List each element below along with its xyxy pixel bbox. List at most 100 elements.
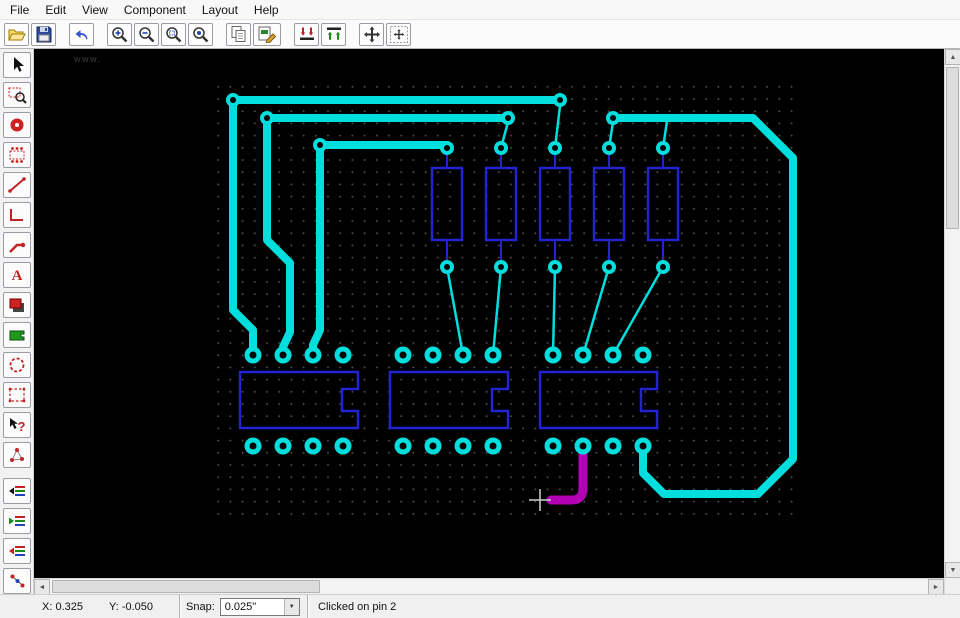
net-icon bbox=[7, 445, 27, 465]
layers-all-icon bbox=[7, 541, 27, 561]
scroll-down-button[interactable]: ▼ bbox=[945, 562, 960, 578]
pan-view-button[interactable] bbox=[386, 23, 411, 46]
menu-bar: File Edit View Component Layout Help bbox=[0, 0, 960, 20]
tool-line-button[interactable] bbox=[3, 172, 31, 198]
highlight-connections-icon bbox=[7, 571, 27, 591]
zoom-out-button[interactable] bbox=[134, 23, 159, 46]
group-select-icon bbox=[7, 385, 27, 405]
menu-help[interactable]: Help bbox=[246, 1, 287, 19]
watermark: www. bbox=[74, 54, 102, 64]
copy-button[interactable] bbox=[226, 23, 251, 46]
layers-back-button[interactable] bbox=[3, 508, 31, 534]
save-button[interactable] bbox=[31, 23, 56, 46]
snap-label: Snap: bbox=[186, 601, 215, 613]
snap-combobox[interactable]: 0.025" ▼ bbox=[220, 598, 300, 616]
circle-icon bbox=[7, 355, 27, 375]
copy-sheets-icon bbox=[229, 25, 249, 43]
tool-filled-plane-button[interactable] bbox=[3, 292, 31, 318]
edit-component-icon bbox=[256, 25, 278, 43]
toolbar-separator bbox=[348, 22, 357, 46]
canvas-column: www. ◄ ► bbox=[34, 49, 944, 594]
pan-view-icon bbox=[389, 25, 409, 44]
status-message: Clicked on pin 2 bbox=[318, 601, 396, 613]
identify-question-icon: ? bbox=[7, 415, 27, 435]
move-to-bottom-layer-button[interactable] bbox=[321, 23, 346, 46]
zoom-in-icon bbox=[110, 25, 130, 43]
zoom-out-icon bbox=[137, 25, 157, 43]
zoom-region-icon bbox=[164, 25, 184, 43]
highlight-connections-button[interactable] bbox=[3, 568, 31, 594]
tool-select-button[interactable] bbox=[3, 52, 31, 78]
vertical-scroll-thumb[interactable] bbox=[946, 67, 959, 229]
tool-green-component-button[interactable] bbox=[3, 322, 31, 348]
menu-view[interactable]: View bbox=[74, 1, 116, 19]
zoom-region-button[interactable] bbox=[161, 23, 186, 46]
edit-component-button[interactable] bbox=[253, 23, 281, 46]
component-icon bbox=[7, 145, 27, 165]
tool-palette: A bbox=[0, 49, 34, 594]
open-button[interactable] bbox=[4, 23, 29, 46]
svg-text:?: ? bbox=[17, 419, 25, 434]
zoom-previous-button[interactable] bbox=[188, 23, 213, 46]
tool-component-button[interactable] bbox=[3, 142, 31, 168]
open-folder-icon bbox=[7, 25, 27, 43]
layers-front-button[interactable] bbox=[3, 478, 31, 504]
main-toolbar bbox=[0, 20, 960, 49]
content-area: A bbox=[0, 49, 960, 594]
arrows-down-to-bar-icon bbox=[297, 25, 317, 43]
snap-value: 0.025" bbox=[221, 601, 284, 613]
horizontal-scroll-thumb[interactable] bbox=[52, 580, 320, 593]
tool-trace-button[interactable] bbox=[3, 232, 31, 258]
dropdown-arrow-icon[interactable]: ▼ bbox=[284, 599, 299, 615]
vertical-scrollbar[interactable]: ▲ ▼ bbox=[944, 49, 960, 594]
menu-file[interactable]: File bbox=[2, 1, 37, 19]
toolbar-separator bbox=[283, 22, 292, 46]
scroll-left-button[interactable]: ◄ bbox=[34, 579, 50, 595]
status-bar: X: 0.325 Y: -0.050 Snap: 0.025" ▼ Clicke… bbox=[0, 594, 960, 618]
layers-front-icon bbox=[7, 481, 27, 501]
undo-button[interactable] bbox=[69, 23, 94, 46]
green-component-icon bbox=[7, 325, 27, 345]
menu-edit[interactable]: Edit bbox=[37, 1, 74, 19]
pan-button[interactable] bbox=[359, 23, 384, 46]
menu-component[interactable]: Component bbox=[116, 1, 194, 19]
horizontal-scrollbar[interactable]: ◄ ► bbox=[34, 578, 944, 594]
zoom-window-icon bbox=[7, 85, 27, 105]
pan-arrows-icon bbox=[362, 25, 382, 44]
tool-circle-button[interactable] bbox=[3, 352, 31, 378]
tool-pad-button[interactable] bbox=[3, 112, 31, 138]
toolbar-separator bbox=[58, 22, 67, 46]
toolbar-separator bbox=[215, 22, 224, 46]
tool-net-button[interactable] bbox=[3, 442, 31, 468]
scroll-up-button[interactable]: ▲ bbox=[945, 49, 960, 65]
toolbar-separator bbox=[96, 22, 105, 46]
move-to-top-layer-button[interactable] bbox=[294, 23, 319, 46]
message-panel: Clicked on pin 2 bbox=[308, 595, 960, 618]
scroll-right-button[interactable]: ► bbox=[928, 579, 944, 595]
pad-icon bbox=[7, 115, 27, 135]
tool-zoom-window-button[interactable] bbox=[3, 82, 31, 108]
horizontal-scroll-track[interactable] bbox=[50, 579, 928, 594]
arrows-up-to-bar-icon bbox=[324, 25, 344, 43]
pcb-artwork bbox=[34, 49, 944, 578]
layers-back-icon bbox=[7, 511, 27, 531]
tool-corner-button[interactable] bbox=[3, 202, 31, 228]
scrollbar-corner bbox=[945, 578, 960, 594]
zoom-in-button[interactable] bbox=[107, 23, 132, 46]
y-coordinate-readout: Y: -0.050 bbox=[109, 601, 153, 613]
save-floppy-icon bbox=[34, 25, 54, 43]
tool-identify-button[interactable]: ? bbox=[3, 412, 31, 438]
coordinates-panel: X: 0.325 Y: -0.050 bbox=[0, 595, 180, 618]
undo-arrow-icon bbox=[72, 25, 92, 43]
tool-group-select-button[interactable] bbox=[3, 382, 31, 408]
snap-panel: Snap: 0.025" ▼ bbox=[180, 595, 308, 618]
select-arrow-icon bbox=[7, 55, 27, 75]
zoom-previous-icon bbox=[191, 25, 211, 43]
pcb-canvas[interactable]: www. bbox=[34, 49, 944, 578]
menu-layout[interactable]: Layout bbox=[194, 1, 246, 19]
trace-icon bbox=[7, 235, 27, 255]
vertical-scroll-track[interactable] bbox=[945, 65, 960, 562]
layers-all-button[interactable] bbox=[3, 538, 31, 564]
text-icon: A bbox=[7, 265, 27, 285]
tool-text-button[interactable]: A bbox=[3, 262, 31, 288]
